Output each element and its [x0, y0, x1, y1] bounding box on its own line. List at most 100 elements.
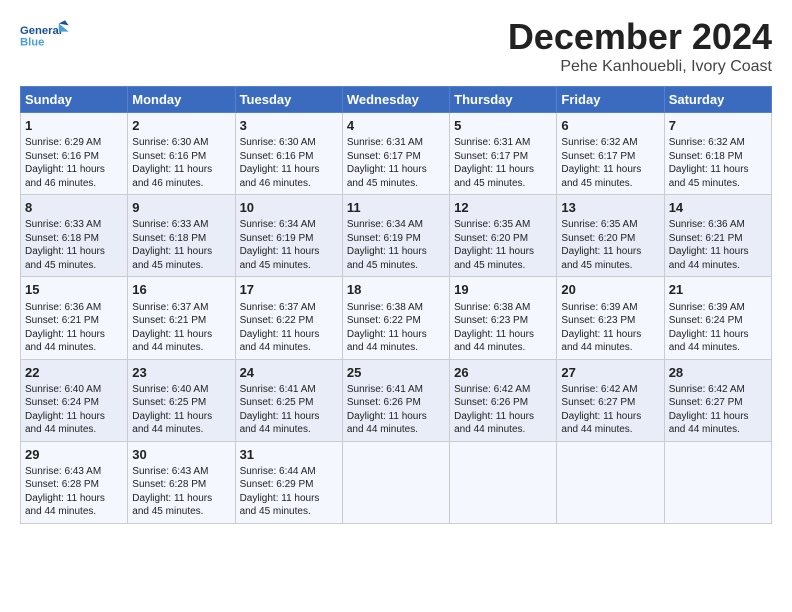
logo: General Blue — [20, 16, 70, 56]
cell-info: Sunrise: 6:34 AM Sunset: 6:19 PM Dayligh… — [347, 218, 445, 272]
cell-info: Sunrise: 6:36 AM Sunset: 6:21 PM Dayligh… — [669, 218, 767, 272]
day-number: 12 — [454, 199, 552, 217]
cell-info: Sunrise: 6:43 AM Sunset: 6:28 PM Dayligh… — [132, 465, 230, 519]
cell-info: Sunrise: 6:40 AM Sunset: 6:25 PM Dayligh… — [132, 383, 230, 437]
calendar-cell: 7Sunrise: 6:32 AM Sunset: 6:18 PM Daylig… — [664, 113, 771, 195]
day-number: 22 — [25, 364, 123, 382]
calendar-cell: 19 Sunrise: 6:38 AM Sunset: 6:23 PM Dayli… — [450, 277, 557, 359]
cell-info: Sunrise: 6:31 AM Sunset: 6:17 PM Dayligh… — [454, 136, 552, 190]
calendar-cell: 31Sunrise: 6:44 AM Sunset: 6:29 PM Dayli… — [235, 441, 342, 523]
day-number: 17 — [240, 281, 338, 299]
day-number: 25 — [347, 364, 445, 382]
calendar-cell: 2Sunrise: 6:30 AM Sunset: 6:16 PM Daylig… — [128, 113, 235, 195]
header-cell-wednesday: Wednesday — [342, 87, 449, 113]
day-number: 5 — [454, 117, 552, 135]
day-number: 19 — [454, 281, 552, 299]
header: General Blue December 2024 Pehe Kanhoueb… — [20, 16, 772, 76]
calendar-cell: 5Sunrise: 6:31 AM Sunset: 6:17 PM Daylig… — [450, 113, 557, 195]
calendar-cell: 15 Sunrise: 6:36 AM Sunset: 6:21 PM Dayli… — [21, 277, 128, 359]
calendar-cell: 11Sunrise: 6:34 AM Sunset: 6:19 PM Dayli… — [342, 195, 449, 277]
cell-info: Sunrise: 6:33 AM Sunset: 6:18 PM Dayligh… — [25, 218, 123, 272]
header-cell-thursday: Thursday — [450, 87, 557, 113]
header-cell-sunday: Sunday — [21, 87, 128, 113]
cell-info: Sunrise: 6:33 AM Sunset: 6:18 PM Dayligh… — [132, 218, 230, 272]
day-number: 6 — [561, 117, 659, 135]
calendar-cell: 23Sunrise: 6:40 AM Sunset: 6:25 PM Dayli… — [128, 359, 235, 441]
location-title: Pehe Kanhouebli, Ivory Coast — [508, 58, 772, 76]
calendar-cell: 18Sunrise: 6:38 AM Sunset: 6:22 PM Dayli… — [342, 277, 449, 359]
cell-info: Sunrise: 6:37 AM Sunset: 6:21 PM Dayligh… — [132, 301, 230, 355]
calendar-cell: 13Sunrise: 6:35 AM Sunset: 6:20 PM Dayli… — [557, 195, 664, 277]
day-number: 18 — [347, 281, 445, 299]
day-number: 16 — [132, 281, 230, 299]
calendar-cell — [664, 441, 771, 523]
header-row: SundayMondayTuesdayWednesdayThursdayFrid… — [21, 87, 772, 113]
day-number: 23 — [132, 364, 230, 382]
day-number: 11 — [347, 199, 445, 217]
calendar-cell: 27Sunrise: 6:42 AM Sunset: 6:27 PM Dayli… — [557, 359, 664, 441]
calendar-cell: 25Sunrise: 6:41 AM Sunset: 6:26 PM Dayli… — [342, 359, 449, 441]
calendar-cell: 12Sunrise: 6:35 AM Sunset: 6:20 PM Dayli… — [450, 195, 557, 277]
calendar-cell: 30Sunrise: 6:43 AM Sunset: 6:28 PM Dayli… — [128, 441, 235, 523]
calendar-cell: 1Sunrise: 6:29 AM Sunset: 6:16 PM Daylig… — [21, 113, 128, 195]
calendar-cell — [450, 441, 557, 523]
day-number: 13 — [561, 199, 659, 217]
cell-info: Sunrise: 6:42 AM Sunset: 6:26 PM Dayligh… — [454, 383, 552, 437]
title-area: December 2024 Pehe Kanhouebli, Ivory Coa… — [508, 16, 772, 76]
week-row-2: 8Sunrise: 6:33 AM Sunset: 6:18 PM Daylig… — [21, 195, 772, 277]
day-number: 29 — [25, 446, 123, 464]
calendar-cell: 29Sunrise: 6:43 AM Sunset: 6:28 PM Dayli… — [21, 441, 128, 523]
cell-info: Sunrise: 6:35 AM Sunset: 6:20 PM Dayligh… — [454, 218, 552, 272]
header-cell-friday: Friday — [557, 87, 664, 113]
day-number: 14 — [669, 199, 767, 217]
cell-info: Sunrise: 6:36 AM Sunset: 6:21 PM Dayligh… — [25, 301, 123, 355]
calendar-cell: 20 Sunrise: 6:39 AM Sunset: 6:23 PM Dayli… — [557, 277, 664, 359]
day-number: 26 — [454, 364, 552, 382]
calendar-cell: 14Sunrise: 6:36 AM Sunset: 6:21 PM Dayli… — [664, 195, 771, 277]
calendar-cell: 28Sunrise: 6:42 AM Sunset: 6:27 PM Dayli… — [664, 359, 771, 441]
day-number: 2 — [132, 117, 230, 135]
day-number: 31 — [240, 446, 338, 464]
calendar-cell: 21 Sunrise: 6:39 AM Sunset: 6:24 PM Dayli… — [664, 277, 771, 359]
calendar-cell: 9Sunrise: 6:33 AM Sunset: 6:18 PM Daylig… — [128, 195, 235, 277]
cell-info: Sunrise: 6:30 AM Sunset: 6:16 PM Dayligh… — [132, 136, 230, 190]
day-number: 10 — [240, 199, 338, 217]
calendar-cell: 22Sunrise: 6:40 AM Sunset: 6:24 PM Dayli… — [21, 359, 128, 441]
day-number: 20 — [561, 281, 659, 299]
day-number: 21 — [669, 281, 767, 299]
calendar-cell: 3Sunrise: 6:30 AM Sunset: 6:16 PM Daylig… — [235, 113, 342, 195]
day-number: 24 — [240, 364, 338, 382]
day-number: 15 — [25, 281, 123, 299]
calendar-cell: 10Sunrise: 6:34 AM Sunset: 6:19 PM Dayli… — [235, 195, 342, 277]
day-number: 9 — [132, 199, 230, 217]
calendar-cell — [557, 441, 664, 523]
header-cell-monday: Monday — [128, 87, 235, 113]
cell-info: Sunrise: 6:39 AM Sunset: 6:23 PM Dayligh… — [561, 301, 659, 355]
cell-info: Sunrise: 6:38 AM Sunset: 6:23 PM Dayligh… — [454, 301, 552, 355]
cell-info: Sunrise: 6:37 AM Sunset: 6:22 PM Dayligh… — [240, 301, 338, 355]
day-number: 27 — [561, 364, 659, 382]
week-row-3: 15 Sunrise: 6:36 AM Sunset: 6:21 PM Dayli… — [21, 277, 772, 359]
calendar-cell: 4Sunrise: 6:31 AM Sunset: 6:17 PM Daylig… — [342, 113, 449, 195]
day-number: 28 — [669, 364, 767, 382]
cell-info: Sunrise: 6:35 AM Sunset: 6:20 PM Dayligh… — [561, 218, 659, 272]
calendar-cell: 17 Sunrise: 6:37 AM Sunset: 6:22 PM Dayli… — [235, 277, 342, 359]
month-title: December 2024 — [508, 16, 772, 58]
header-cell-tuesday: Tuesday — [235, 87, 342, 113]
calendar-cell: 26Sunrise: 6:42 AM Sunset: 6:26 PM Dayli… — [450, 359, 557, 441]
cell-info: Sunrise: 6:42 AM Sunset: 6:27 PM Dayligh… — [669, 383, 767, 437]
cell-info: Sunrise: 6:39 AM Sunset: 6:24 PM Dayligh… — [669, 301, 767, 355]
svg-text:General: General — [20, 25, 62, 37]
calendar-cell — [342, 441, 449, 523]
calendar-cell: 6Sunrise: 6:32 AM Sunset: 6:17 PM Daylig… — [557, 113, 664, 195]
cell-info: Sunrise: 6:40 AM Sunset: 6:24 PM Dayligh… — [25, 383, 123, 437]
cell-info: Sunrise: 6:34 AM Sunset: 6:19 PM Dayligh… — [240, 218, 338, 272]
calendar-table: SundayMondayTuesdayWednesdayThursdayFrid… — [20, 86, 772, 524]
cell-info: Sunrise: 6:41 AM Sunset: 6:25 PM Dayligh… — [240, 383, 338, 437]
cell-info: Sunrise: 6:31 AM Sunset: 6:17 PM Dayligh… — [347, 136, 445, 190]
day-number: 1 — [25, 117, 123, 135]
cell-info: Sunrise: 6:32 AM Sunset: 6:18 PM Dayligh… — [669, 136, 767, 190]
day-number: 30 — [132, 446, 230, 464]
calendar-cell: 8Sunrise: 6:33 AM Sunset: 6:18 PM Daylig… — [21, 195, 128, 277]
svg-text:Blue: Blue — [20, 36, 44, 48]
